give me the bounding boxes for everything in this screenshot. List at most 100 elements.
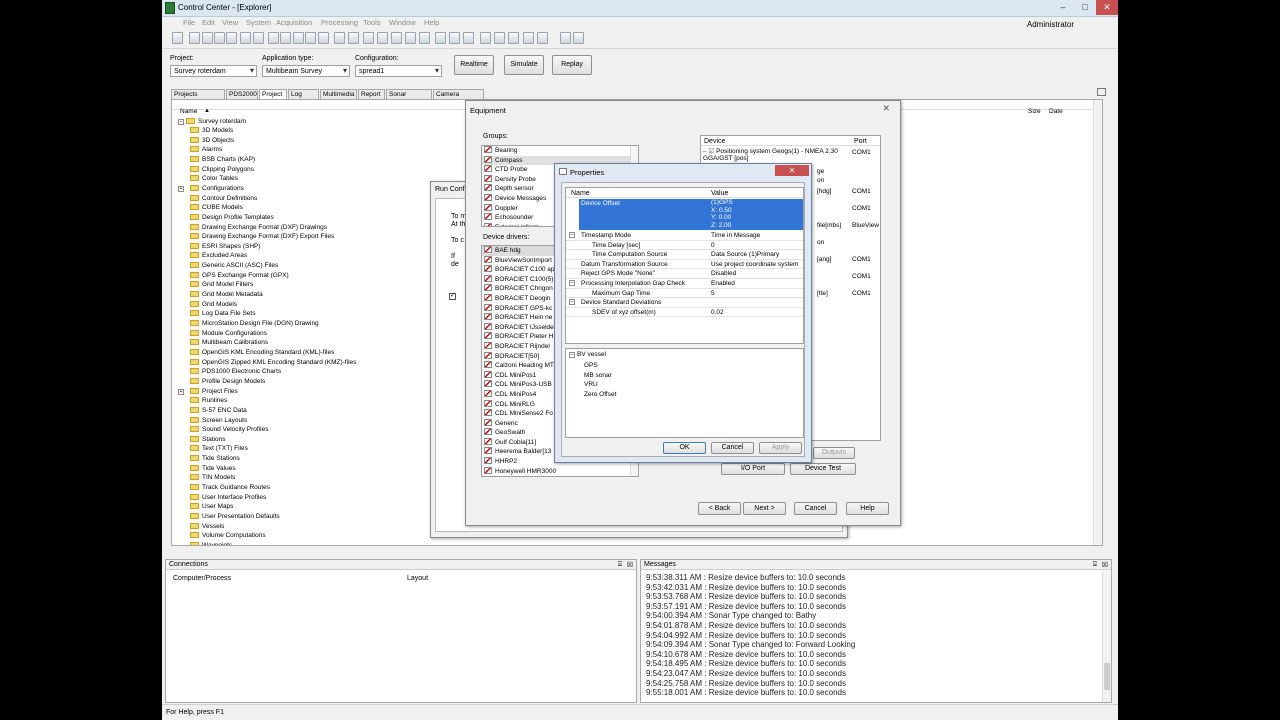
tree-item[interactable]: Track Guidance Routes <box>190 484 270 491</box>
property-row[interactable]: – Processing Interpolation Gap Check Enabl… <box>566 279 803 289</box>
tree-item[interactable]: Tide Stations <box>190 455 240 462</box>
ok-button[interactable]: OK <box>663 442 706 454</box>
tree-item[interactable]: Text (TXT) Files <box>190 445 248 452</box>
tree-item[interactable]: Clipping Polygons <box>190 165 254 173</box>
toolbar-button-icon[interactable] <box>240 32 251 44</box>
user-menu[interactable]: Administrator <box>1027 20 1074 29</box>
tab-multimedia[interactable]: Multimedia <box>320 89 357 99</box>
tree-item[interactable]: S-57 ENC Data <box>190 406 247 414</box>
tree-item[interactable]: Excluded Areas <box>190 252 247 259</box>
tree-item[interactable]: User Maps <box>190 503 233 510</box>
menu-edit[interactable]: Edit <box>202 18 215 27</box>
computer-process-column[interactable]: Computer/Process <box>173 575 231 582</box>
device-row[interactable]: on <box>817 239 824 246</box>
tree-item[interactable]: BSB Charts (KAP) <box>190 155 255 163</box>
tree-item[interactable]: User Presentation Defaults <box>190 513 280 520</box>
next-button[interactable]: Next > <box>743 502 786 515</box>
device-offset-row[interactable]: Device Offset (1)GPS X: 0.50 Y: 0.00 Z: 2.0… <box>579 199 803 230</box>
explorer-scrollbar[interactable] <box>1093 100 1102 545</box>
tree-item[interactable]: Module Configurations <box>190 329 267 337</box>
equipment-close-icon[interactable]: ✕ <box>882 103 890 114</box>
tab-camera-images[interactable]: Camera Images <box>433 89 484 107</box>
driver-item[interactable]: Honeywell HMR3000 <box>482 466 638 476</box>
tree-item[interactable]: Stations <box>190 435 226 443</box>
tree-item[interactable]: + Project Files <box>178 387 238 395</box>
property-row[interactable]: Reject GPS Mode "None" Disabled <box>566 269 803 279</box>
property-row[interactable]: Datum Transformation Source Use project c… <box>566 260 803 270</box>
toolbar-button-icon[interactable] <box>449 32 460 44</box>
toolbar-button-icon[interactable] <box>363 32 374 44</box>
tree-item[interactable]: Sound Velocity Profiles <box>190 426 268 433</box>
tree-item[interactable]: Grid Model Metadata <box>190 291 263 298</box>
tab-report[interactable]: Report <box>358 89 385 99</box>
tab-projects-common[interactable]: Projects Common <box>171 89 225 107</box>
tree-item[interactable]: Generic ASCII (ASC) Files <box>190 262 278 269</box>
toolbar-button-icon[interactable] <box>560 32 571 44</box>
menu-acquisition[interactable]: Acquisition <box>276 18 312 27</box>
back-button[interactable]: < Back <box>698 502 741 515</box>
toolbar-button-icon[interactable] <box>348 32 359 44</box>
toolbar-button-icon[interactable] <box>226 32 237 44</box>
close-button[interactable]: ✕ <box>1096 0 1118 15</box>
toolbar-button-icon[interactable] <box>494 32 505 44</box>
device-row[interactable]: ge <box>817 168 824 175</box>
tree-item[interactable]: Alarms <box>190 146 222 153</box>
outputs-button[interactable]: Outputs <box>813 447 855 459</box>
port-column-header[interactable]: Port <box>854 138 867 145</box>
toolbar-button-icon[interactable] <box>318 32 329 44</box>
tree-item[interactable]: Multibeam Calibrations <box>190 339 268 346</box>
tree-item[interactable]: Waypoints <box>190 541 232 545</box>
tab-log-data[interactable]: Log Data <box>288 89 319 107</box>
toolbar-button-icon[interactable] <box>305 32 316 44</box>
apply-button[interactable]: Apply <box>759 442 802 454</box>
equipment-cancel-button[interactable]: Cancel <box>794 502 837 515</box>
tree-item[interactable]: Grid Model Filters <box>190 281 253 288</box>
equipment-help-button[interactable]: Help <box>846 502 889 515</box>
device-row[interactable]: – ☑ Positioning system Geogs(1) - NMEA 2… <box>703 148 853 162</box>
tree-item[interactable]: GPS Exchange Format (GPX) <box>190 271 289 279</box>
tree-item[interactable]: Tide Values <box>190 464 236 472</box>
tree-item[interactable]: ESRI Shapes (SHP) <box>190 242 261 250</box>
vessel-item[interactable]: MB sonar <box>582 371 616 381</box>
realtime-button[interactable]: Realtime <box>454 55 494 75</box>
tree-item[interactable]: Contour Definitions <box>190 194 257 202</box>
toolbar-button-icon[interactable] <box>268 32 279 44</box>
tree-item[interactable]: TIN Models <box>190 474 235 481</box>
toolbar-button-icon[interactable] <box>405 32 416 44</box>
menu-tools[interactable]: Tools <box>363 18 381 27</box>
toolbar-button-icon[interactable] <box>463 32 474 44</box>
toolbar-button-icon[interactable] <box>391 32 402 44</box>
toolbar-button-icon[interactable] <box>253 32 264 44</box>
toolbar-button-icon[interactable] <box>172 32 183 44</box>
tab-project[interactable]: Project <box>259 89 287 99</box>
tree-item[interactable]: Design Profile Templates <box>190 213 274 221</box>
device-row[interactable]: [hdg] <box>817 188 831 195</box>
toolbar-button-icon[interactable] <box>189 32 200 44</box>
connections-pin-icon[interactable]: ⍓ <box>618 561 622 569</box>
tab-sonar-targets[interactable]: Sonar Targets <box>386 89 432 107</box>
toolbar-button-icon[interactable] <box>377 32 388 44</box>
config-select[interactable]: spread1 <box>355 65 442 77</box>
apptype-select[interactable]: Multibeam Survey <box>262 65 350 77</box>
messages-pin-icon[interactable]: ⍓ <box>1093 561 1097 569</box>
project-select[interactable]: Survey roterdam <box>170 65 257 77</box>
messages-close-icon[interactable]: ☒ <box>1102 561 1108 569</box>
toolbar-button-icon[interactable] <box>523 32 534 44</box>
tree-item[interactable]: Drawing Exchange Format (DXF) Drawings <box>190 223 327 231</box>
tree-item[interactable]: Volume Computations <box>190 532 266 539</box>
tree-item[interactable]: CUBE Models <box>190 204 243 211</box>
vessel-root[interactable]: – BV vessel <box>569 351 606 358</box>
group-item[interactable]: Bearing <box>482 146 638 156</box>
toolbar-button-icon[interactable] <box>293 32 304 44</box>
device-test-button[interactable]: Device Test <box>790 463 856 475</box>
tree-item[interactable]: Drawing Exchange Format (DXF) Export Fil… <box>190 233 334 240</box>
property-row[interactable]: SDEV of xyz offset(m) 0.02 <box>566 308 803 318</box>
toolbar-button-icon[interactable] <box>280 32 291 44</box>
tree-item[interactable]: OpenGIS KML Encoding Standard (KML)-file… <box>190 348 334 356</box>
vessel-item[interactable]: Zero Offset <box>582 390 616 400</box>
device-row[interactable]: on <box>817 177 824 184</box>
messages-scrollbar[interactable] <box>1102 571 1111 702</box>
property-row[interactable]: Time Computation Source Data Source (1)Pr… <box>566 250 803 260</box>
device-column-header[interactable]: Device <box>704 138 725 145</box>
layout-column[interactable]: Layout <box>407 575 428 582</box>
